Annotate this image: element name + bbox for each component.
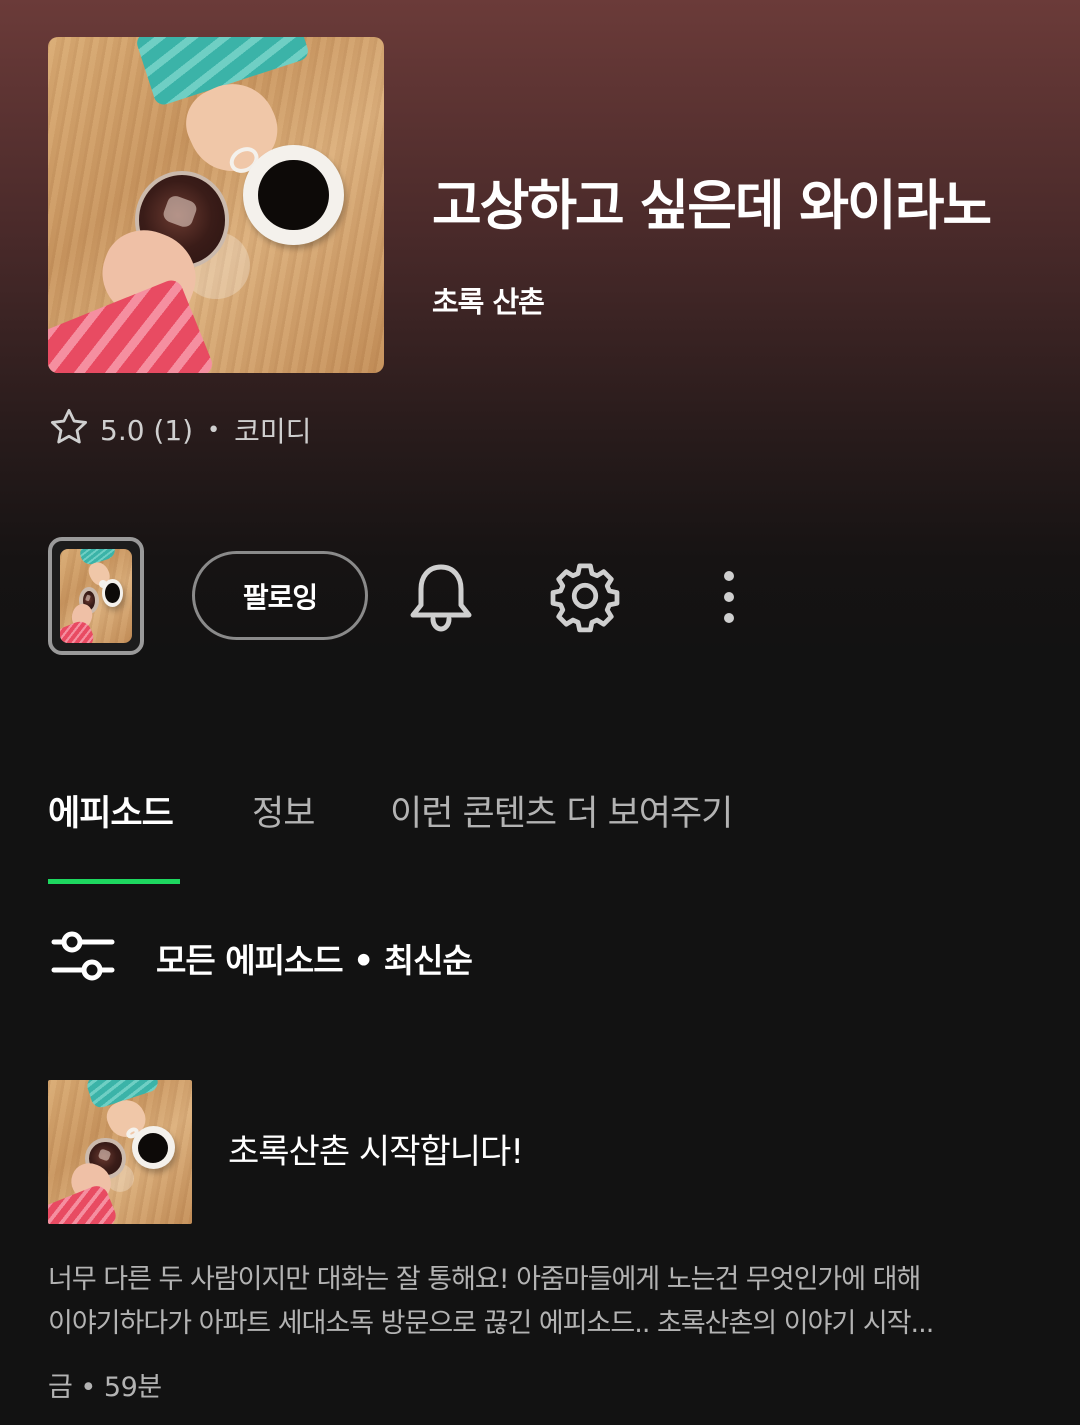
show-thumbnail-button[interactable]	[48, 537, 144, 655]
show-title: 고상하고 싶은데 와이라노	[432, 174, 992, 237]
episode-date-duration: 금 • 59분	[48, 1372, 162, 1403]
show-meta-row: 5.0 (1) • 코미디	[48, 408, 311, 452]
episode-thumbnail[interactable]	[48, 1080, 192, 1224]
tab-bar: 에피소드 정보 이런 콘텐츠 더 보여주기	[48, 784, 1048, 884]
show-thumbnail-image	[60, 549, 132, 643]
tab-more-like-this[interactable]: 이런 콘텐츠 더 보여주기	[390, 784, 733, 844]
episode-description[interactable]: 너무 다른 두 사람이지만 대화는 잘 통해요! 아줌마들에게 노는건 무엇인가…	[48, 1258, 1038, 1346]
bell-icon[interactable]	[404, 559, 478, 635]
gear-icon[interactable]	[546, 557, 624, 635]
rating-text[interactable]: 5.0 (1)	[100, 414, 193, 447]
category-link[interactable]: 코미디	[234, 410, 311, 450]
show-author-link[interactable]: 초록 산촌	[432, 284, 545, 320]
podcast-show-page: 고상하고 싶은데 와이라노 초록 산촌 5.0 (1) • 코미디 팔로잉 에피…	[0, 0, 1080, 1425]
filter-sort-label[interactable]: 모든 에피소드 • 최신순	[156, 934, 473, 982]
tab-info[interactable]: 정보	[252, 784, 315, 844]
filter-sliders-icon[interactable]	[48, 928, 116, 988]
episode-description-line: 너무 다른 두 사람이지만 대화는 잘 통해요! 아줌마들에게 노는건 무엇인가…	[48, 1264, 921, 1295]
following-button[interactable]: 팔로잉	[192, 551, 368, 640]
episode-title[interactable]: 초록산촌 시작합니다!	[228, 1128, 524, 1176]
show-cover-image	[48, 37, 384, 373]
active-tab-indicator	[48, 879, 180, 884]
meta-separator: •	[207, 417, 221, 443]
tab-episodes[interactable]: 에피소드	[48, 784, 174, 844]
more-vertical-icon[interactable]	[706, 562, 752, 632]
episode-filter-sort-button[interactable]: 모든 에피소드 • 최신순	[48, 926, 473, 990]
star-outline-icon[interactable]	[48, 406, 90, 455]
episode-description-line: 이야기하다가 아파트 세대소독 방문으로 끊긴 에피소드.. 초록산촌의 이야기…	[48, 1308, 934, 1339]
